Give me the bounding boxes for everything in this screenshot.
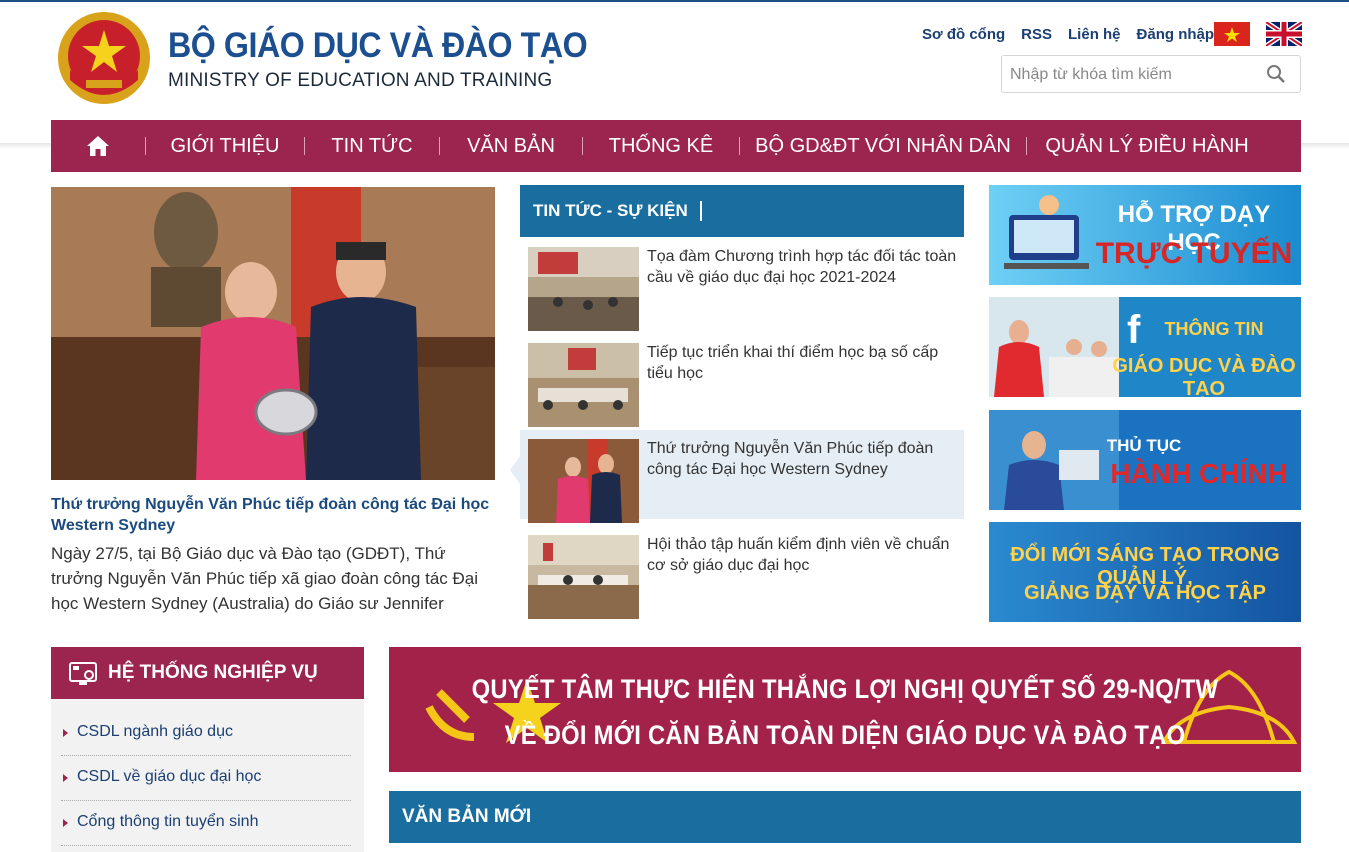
bullet-icon [63, 819, 68, 827]
sidebar-link-label[interactable]: Cổng thông tin tuyển sinh [77, 813, 258, 831]
banner-line-2: VỀ ĐỔI MỚI CĂN BẢN TOÀN DIỆN GIÁO DỤC VÀ… [504, 720, 1186, 750]
news-title[interactable]: Tọa đàm Chương trình hợp tác đối tác toà… [647, 246, 963, 288]
new-documents-header: VĂN BẢN MỚI [389, 791, 1301, 843]
banner-decor [389, 647, 1301, 772]
online-teaching-banner[interactable]: HỖ TRỢ DẠY HỌC TRỰC TUYẾN [989, 185, 1301, 285]
nav-item-tin-tuc[interactable]: TIN TỨC [305, 120, 439, 172]
main-nav: GIỚI THIỆU TIN TỨC VĂN BẢN THỐNG KÊ BỘ G… [51, 120, 1301, 172]
uk-flag-icon[interactable] [1266, 22, 1302, 46]
rss-link[interactable]: RSS [1021, 26, 1052, 43]
new-documents-title[interactable]: VĂN BẢN MỚI [402, 806, 531, 828]
login-link[interactable]: Đăng nhập [1137, 26, 1215, 43]
featured-image[interactable] [51, 187, 495, 480]
nav-item-van-ban[interactable]: VĂN BẢN [440, 120, 582, 172]
sitemap-link[interactable]: Sơ đồ cổng [922, 26, 1005, 43]
nav-item-thong-ke[interactable]: THỐNG KÊ [583, 120, 739, 172]
banner-text: THỦ TỤC [1106, 436, 1182, 455]
bullet-icon [63, 729, 68, 737]
site-header: BỘ GIÁO DỤC VÀ ĐÀO TẠO MINISTRY OF EDUCA… [0, 2, 1349, 120]
nav-item-gioi-thieu[interactable]: GIỚI THIỆU [146, 120, 304, 172]
news-title[interactable]: Thứ trưởng Nguyễn Văn Phúc tiếp đoàn côn… [647, 438, 963, 480]
active-indicator [510, 456, 520, 484]
news-title[interactable]: Tiếp tục triển khai thí điểm học bạ số c… [647, 342, 963, 384]
site-subtitle: MINISTRY OF EDUCATION AND TRAINING [168, 70, 553, 91]
resolution-29-banner[interactable]: QUYẾT TÂM THỰC HIỆN THẮNG LỢI NGHỊ QUYẾT… [389, 647, 1301, 772]
nav-item-quan-ly-dieu-hanh[interactable]: QUẢN LÝ ĐIỀU HÀNH [1027, 120, 1267, 172]
national-emblem-icon[interactable] [56, 10, 152, 106]
search-icon[interactable] [1266, 64, 1286, 84]
sidebar-link-csdl-nganh[interactable]: CSDL ngành giáo dục [61, 711, 351, 756]
business-systems-header: HỆ THỐNG NGHIỆP VỤ [51, 647, 364, 699]
featured-summary: Ngày 27/5, tại Bộ Giáo dục và Đào tạo (G… [51, 544, 479, 613]
search-input[interactable] [1010, 64, 1260, 86]
computer-icon [69, 662, 97, 685]
education-info-banner[interactable]: f THÔNG TIN GIÁO DỤC VÀ ĐÀO TẠO [989, 297, 1301, 397]
nav-item-bo-gddt-voi-nhan-dan[interactable]: BỘ GD&ĐT VỚI NHÂN DÂN [740, 120, 1026, 172]
featured-title[interactable]: Thứ trưởng Nguyễn Văn Phúc tiếp đoàn côn… [51, 494, 495, 536]
banner-text: GIẢNG DẠY VÀ HỌC TẬP [1024, 582, 1266, 604]
business-systems-list: CSDL ngành giáo dục CSDL về giáo dục đại… [51, 699, 364, 852]
news-thumbnail[interactable] [528, 247, 639, 331]
sidebar-link-label[interactable]: CSDL về giáo dục đại học [77, 768, 261, 786]
news-item-active[interactable]: Thứ trưởng Nguyễn Văn Phúc tiếp đoàn côn… [520, 430, 964, 523]
banner-text: TRỰC TUYẾN [1095, 237, 1293, 270]
svg-text:f: f [1127, 308, 1141, 352]
sidebar-link-csdl-dai-hoc[interactable]: CSDL về giáo dục đại học [61, 756, 351, 801]
banner-text: THÔNG TIN [1164, 319, 1264, 339]
news-item[interactable]: Tọa đàm Chương trình hợp tác đối tác toà… [520, 238, 964, 331]
news-item[interactable]: Tiếp tục triển khai thí điểm học bạ số c… [520, 334, 964, 427]
innovation-banner[interactable]: ĐỔI MỚI SÁNG TẠO TRONG QUẢN LÝ, GIẢNG DẠ… [989, 522, 1301, 622]
search-box [1001, 55, 1301, 93]
sidebar-link-label[interactable]: CSDL ngành giáo dục [77, 723, 233, 741]
site-title: BỘ GIÁO DỤC VÀ ĐÀO TẠO [168, 26, 588, 65]
business-systems-title: HỆ THỐNG NGHIỆP VỤ [108, 662, 318, 683]
news-thumbnail[interactable] [528, 535, 639, 619]
nav-home[interactable] [51, 120, 145, 172]
news-title[interactable]: Hội thảo tập huấn kiểm định viên về chuẩ… [647, 534, 963, 576]
news-section-header: TIN TỨC - SỰ KIỆN [520, 185, 964, 237]
banner-text: HÀNH CHÍNH [1110, 458, 1288, 489]
top-links: Sơ đồ cổng RSS Liên hệ Đăng nhập [922, 23, 1230, 45]
bullet-icon [63, 774, 68, 782]
news-thumbnail[interactable] [528, 439, 639, 523]
sidebar-link-tuyen-sinh[interactable]: Cổng thông tin tuyển sinh [61, 801, 351, 846]
home-icon [87, 136, 109, 156]
news-thumbnail[interactable] [528, 343, 639, 427]
banner-line-1: QUYẾT TÂM THỰC HIỆN THẮNG LỢI NGHỊ QUYẾT… [471, 674, 1219, 704]
banner-text: GIÁO DỤC VÀ ĐÀO TẠO [1112, 355, 1296, 397]
news-section-title[interactable]: TIN TỨC - SỰ KIỆN [533, 201, 702, 221]
administrative-procedures-banner[interactable]: THỦ TỤC HÀNH CHÍNH [989, 410, 1301, 510]
contact-link[interactable]: Liên hệ [1068, 26, 1121, 43]
news-item[interactable]: Hội thảo tập huấn kiểm định viên về chuẩ… [520, 526, 964, 619]
vietnam-flag-icon[interactable] [1214, 22, 1250, 46]
